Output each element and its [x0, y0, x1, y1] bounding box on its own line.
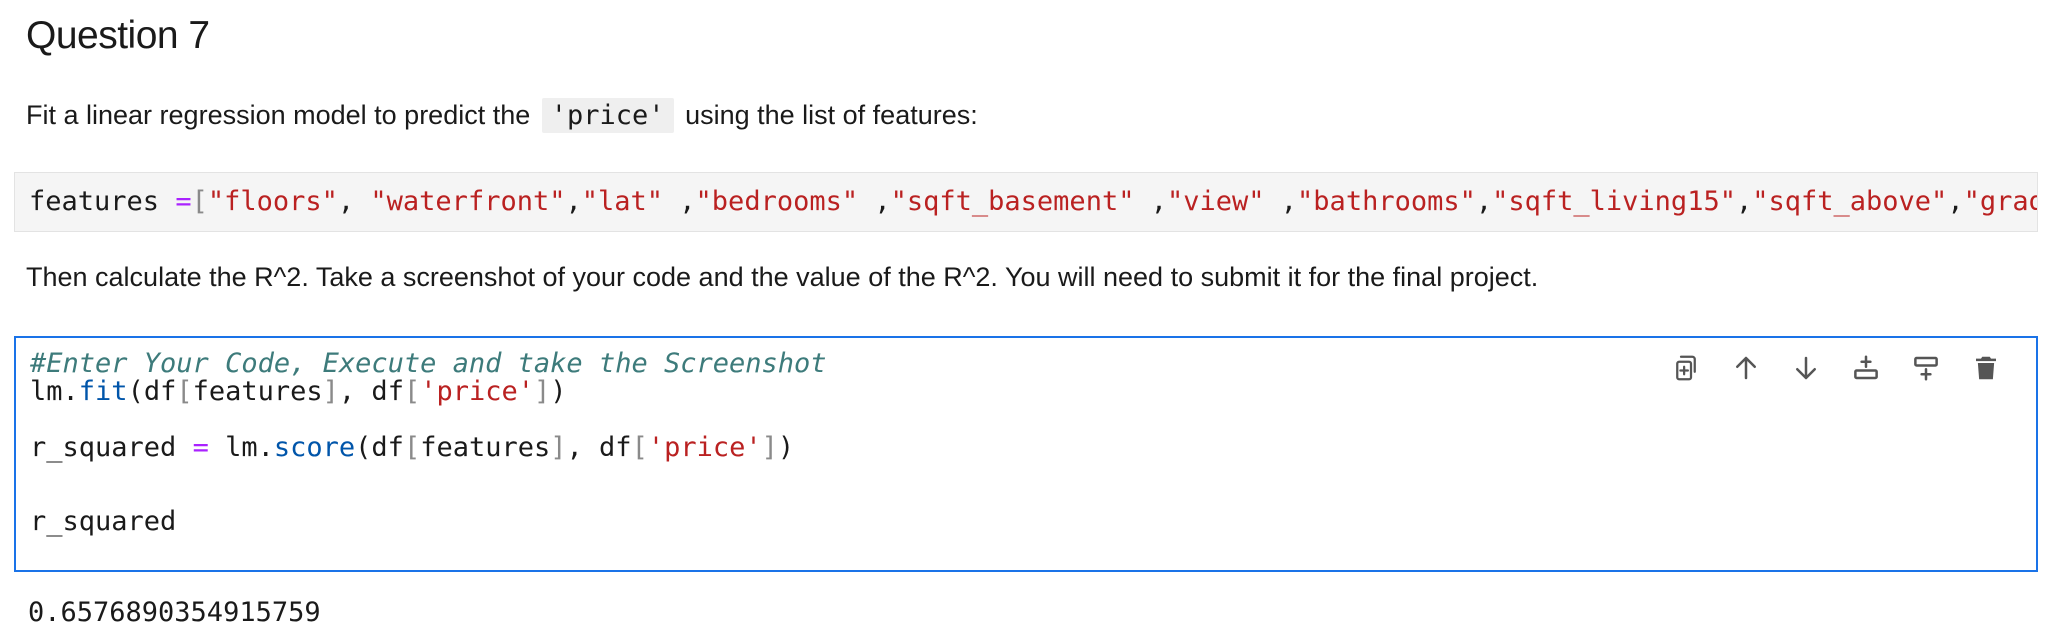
move-down-button[interactable]	[1776, 348, 1836, 388]
feature-separator: ,	[1264, 186, 1298, 217]
feature-string: "sqft_living15"	[1492, 186, 1736, 217]
delete-cell-button[interactable]	[1956, 348, 2016, 388]
feature-separator: ,	[1475, 186, 1493, 217]
code-comment: #Enter Your Code, Execute and take the S…	[30, 348, 827, 379]
move-up-button[interactable]	[1716, 348, 1776, 388]
token-df: , df	[338, 376, 404, 407]
features-var: features	[29, 186, 160, 217]
code-line-r-squared: r_squared	[30, 506, 177, 537]
insert-below-icon	[1914, 356, 1938, 381]
feature-separator: ,	[663, 186, 696, 217]
token-paren: )	[550, 376, 567, 407]
code-line-fit: lm.fit(df[features], df['price'])	[30, 376, 567, 407]
feature-string: "grade"	[1963, 186, 2037, 217]
code-line-score: r_squared = lm.score(df[features], df['p…	[30, 432, 794, 463]
feature-separator: ,	[1735, 186, 1753, 217]
token-r-squared: r_squared	[30, 432, 177, 463]
instruction-line-2: Then calculate the R^2. Take a screensho…	[26, 262, 1539, 292]
token-df: (df	[355, 432, 404, 463]
token-fit: fit	[78, 376, 128, 407]
open-bracket: [	[191, 186, 208, 217]
inline-code-price: 'price'	[541, 98, 674, 133]
question-heading: Question 7	[26, 14, 210, 57]
token-equals: =	[192, 432, 209, 463]
move-down-icon	[1796, 356, 1816, 380]
feature-string: "view"	[1166, 186, 1265, 217]
token-score: score	[273, 432, 356, 463]
token-features: features	[192, 376, 323, 407]
duplicate-cell-button[interactable]	[1656, 348, 1716, 388]
token-bracket: ]	[550, 432, 567, 463]
feature-string: "sqft_basement"	[890, 186, 1135, 217]
insert-above-icon	[1854, 355, 1878, 380]
move-up-icon	[1736, 356, 1756, 380]
token-bracket: [	[403, 376, 421, 407]
token-features: features	[420, 432, 551, 463]
insert-above-button[interactable]	[1836, 348, 1896, 388]
feature-string: "sqft_above"	[1752, 186, 1948, 217]
token-bracket: [	[403, 432, 421, 463]
token-paren: )	[777, 432, 795, 463]
token-bracket: ]	[534, 376, 551, 407]
token-dot: .	[62, 376, 79, 407]
feature-string: "lat"	[581, 186, 664, 217]
cell-output-value: 0.6576890354915759	[28, 597, 321, 628]
delete-icon	[1976, 356, 1996, 380]
token-string-price: 'price'	[420, 376, 535, 407]
feature-string: "floors"	[207, 186, 338, 217]
token-dot: .	[257, 432, 274, 463]
features-line: features =["floors", "waterfront","lat" …	[29, 186, 2037, 217]
instruction-suffix: using the list of features:	[685, 100, 978, 130]
features-items: "floors", "waterfront","lat" ,"bedrooms"…	[207, 186, 2037, 217]
feature-string: "waterfront"	[370, 186, 566, 217]
feature-separator: ,	[1134, 186, 1167, 217]
feature-separator: ,	[858, 186, 891, 217]
token-lm: lm	[225, 432, 258, 463]
instruction-line-1: Fit a linear regression model to predict…	[26, 98, 978, 133]
token-bracket: [	[631, 432, 648, 463]
duplicate-cell-icon	[1676, 355, 1696, 381]
assign-operator: =	[175, 186, 192, 217]
feature-separator: ,	[1947, 186, 1964, 217]
token-df: (df	[127, 376, 177, 407]
token-string-price: 'price'	[647, 432, 762, 463]
comment-text: #Enter Your Code, Execute and take the S…	[30, 348, 827, 379]
feature-string: "bedrooms"	[695, 186, 859, 217]
token-bracket: [	[176, 376, 193, 407]
instruction-prefix: Fit a linear regression model to predict…	[26, 100, 531, 130]
token-df: , df	[566, 432, 632, 463]
token-bracket: ]	[761, 432, 778, 463]
code-cell[interactable]: #Enter Your Code, Execute and take the S…	[14, 336, 2038, 572]
token-lm: lm	[30, 376, 63, 407]
cell-toolbar	[1656, 348, 2016, 388]
feature-separator: ,	[565, 186, 582, 217]
feature-string: "bathrooms"	[1297, 186, 1476, 217]
feature-separator: ,	[337, 186, 371, 217]
features-code-block: features =["floors", "waterfront","lat" …	[14, 172, 2038, 232]
insert-below-button[interactable]	[1896, 348, 1956, 388]
token-bracket: ]	[322, 376, 339, 407]
